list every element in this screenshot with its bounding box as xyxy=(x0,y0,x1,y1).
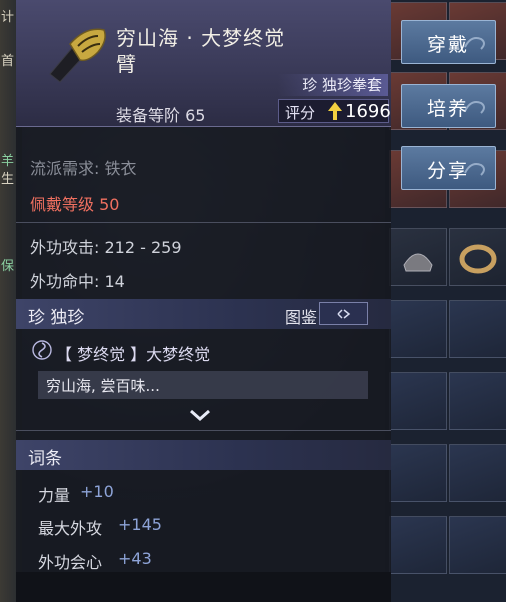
tujian-button[interactable] xyxy=(319,302,368,325)
set-swirl-icon xyxy=(32,340,52,360)
tujian-label: 图鉴 xyxy=(285,308,318,327)
cloud-swirl-icon xyxy=(464,101,485,114)
train-button[interactable]: 培养 xyxy=(401,84,496,128)
affix-name: 力量 xyxy=(38,486,71,505)
inventory-slot[interactable] xyxy=(449,300,506,358)
left-edge-text: 保 xyxy=(1,259,15,274)
affix-name: 外功会心 xyxy=(38,553,103,572)
tooltip-header: 穷山海 · 大梦终觉 臂 珍 独珍拳套 装备等阶 65 评分 1696 xyxy=(16,0,391,127)
divider xyxy=(16,430,391,431)
gauntlet-icon xyxy=(49,28,106,83)
wear-level-requirement: 佩戴等级 50 xyxy=(30,191,119,215)
affix-value: +10 xyxy=(80,482,114,501)
score-box: 评分 1696 xyxy=(278,99,391,123)
set-name: 【 梦终觉 】大梦终觉 xyxy=(56,345,211,364)
left-edge-text: 首 xyxy=(1,54,15,69)
affix-section-header: 词条 xyxy=(16,440,391,470)
inventory-slot[interactable] xyxy=(389,228,447,286)
arrow-right-icon xyxy=(336,309,350,319)
score-up-arrow-icon xyxy=(328,102,342,120)
affix-value: +145 xyxy=(118,515,162,534)
rarity-type-label: 珍 独珍拳套 xyxy=(302,76,382,94)
inventory-slot[interactable] xyxy=(449,372,506,430)
inventory-slot[interactable] xyxy=(389,372,447,430)
affix-name: 最大外攻 xyxy=(38,519,103,538)
ring-icon xyxy=(459,244,497,274)
cloud-swirl-icon xyxy=(464,163,485,176)
item-tooltip: 穷山海 · 大梦终觉 臂 珍 独珍拳套 装备等阶 65 评分 1696 流派需求… xyxy=(16,0,391,602)
hit-stat: 外功命中: 14 xyxy=(30,272,125,291)
helmet-icon xyxy=(403,253,433,272)
equip-button[interactable]: 穿戴 xyxy=(401,20,496,64)
score-label: 评分 xyxy=(285,104,316,122)
item-name-line2: 臂 xyxy=(116,52,136,76)
school-requirement: 流派需求: 铁衣 xyxy=(30,159,137,178)
left-edge-text: 羊 xyxy=(1,154,15,169)
score-value: 1696 xyxy=(345,101,391,122)
divider xyxy=(16,222,391,223)
rarity-type-badge: 珍 独珍拳套 xyxy=(278,74,388,96)
left-edge-text: 计 xyxy=(1,10,15,25)
inventory-slot[interactable] xyxy=(389,444,447,502)
equip-level: 装备等阶 65 xyxy=(116,106,206,125)
item-name: 穷山海 · 大梦终觉 xyxy=(116,26,286,50)
left-edge-text: 生 xyxy=(1,172,15,187)
tooltip-bottom-bar xyxy=(16,572,391,602)
flavor-text: 穷山海, 尝百味... xyxy=(46,377,160,395)
share-button[interactable]: 分享 xyxy=(401,146,496,190)
inventory-slot[interactable] xyxy=(389,516,447,574)
cloud-swirl-icon xyxy=(464,37,485,50)
attack-stat: 外功攻击: 212 - 259 xyxy=(30,238,182,257)
wear-level-value: 50 xyxy=(99,195,120,214)
rarity-section-label: 珍 独珍 xyxy=(28,308,85,328)
chevron-down-icon[interactable] xyxy=(189,408,211,422)
inventory-slot[interactable] xyxy=(449,228,506,286)
inventory-slot[interactable] xyxy=(389,300,447,358)
inventory-slot[interactable] xyxy=(449,516,506,574)
affix-value: +43 xyxy=(118,549,152,568)
flavor-text-box: 穷山海, 尝百味... xyxy=(38,371,368,399)
inventory-slot[interactable] xyxy=(449,444,506,502)
affix-section-label: 词条 xyxy=(28,449,62,469)
wear-level-label: 佩戴等级 xyxy=(30,195,95,214)
